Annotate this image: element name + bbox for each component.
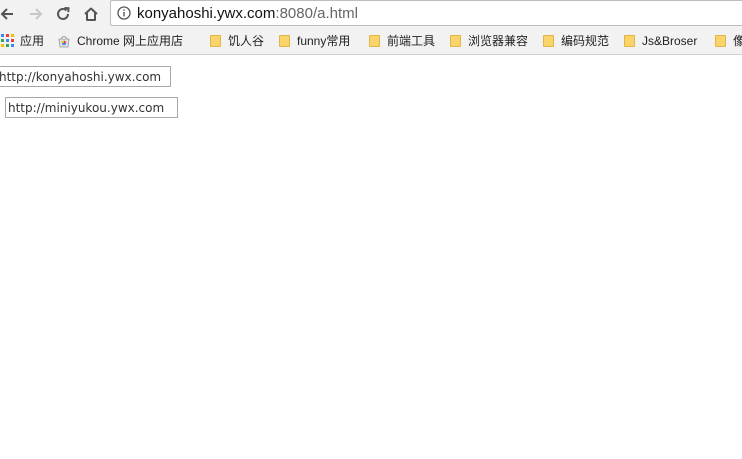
bookmark-label: 像 — [733, 32, 742, 49]
url-input-miniyukou[interactable] — [5, 97, 178, 118]
bookmark-label: funny常用 — [297, 34, 351, 48]
folder-icon — [277, 34, 291, 48]
forward-arrow-icon — [28, 6, 44, 22]
bookmark-folder[interactable]: funny常用 — [277, 27, 350, 54]
address-bar[interactable]: konyahoshi.ywx.com:8080/a.html — [110, 0, 742, 26]
back-arrow-icon — [0, 6, 15, 22]
folder-icon — [208, 34, 222, 48]
back-button[interactable] — [0, 0, 19, 27]
url-input-konyahoshi[interactable] — [0, 66, 171, 87]
bookmark-apps[interactable]: 应用 — [0, 27, 44, 54]
folder-icon — [622, 34, 636, 48]
bookmark-label: 前端工具 — [387, 34, 436, 48]
bookmark-folder[interactable]: 像 — [713, 27, 742, 54]
bookmark-label: 饥人谷 — [228, 34, 265, 48]
bookmark-label: 应用 — [20, 34, 45, 48]
apps-grid-icon — [0, 34, 14, 48]
folder-icon — [541, 34, 555, 48]
bookmarks-bar: 应用 Chrome 网上应用店 饥人谷 funny常用 前端工具 浏览器兼容 编… — [0, 27, 742, 55]
info-icon[interactable] — [117, 6, 131, 20]
chrome-webstore-icon — [57, 34, 71, 48]
bookmark-folder[interactable]: 编码规范 — [541, 27, 609, 54]
folder-icon — [367, 34, 381, 48]
bookmark-label: 编码规范 — [561, 34, 610, 48]
bookmark-folder[interactable]: 前端工具 — [367, 27, 435, 54]
bookmark-label: Chrome 网上应用店 — [77, 34, 184, 48]
address-host: konyahoshi.ywx.com — [137, 4, 276, 22]
bookmark-folder[interactable]: 饥人谷 — [208, 27, 264, 54]
bookmark-folder[interactable]: 浏览器兼容 — [448, 27, 528, 54]
bookmark-folder[interactable]: Js&Broser — [622, 27, 697, 54]
reload-button[interactable] — [51, 0, 75, 27]
bookmark-chrome-webstore[interactable]: Chrome 网上应用店 — [57, 27, 183, 54]
browser-toolbar: konyahoshi.ywx.com:8080/a.html — [0, 0, 742, 27]
address-url: konyahoshi.ywx.com:8080/a.html — [137, 5, 358, 22]
home-button[interactable] — [79, 0, 103, 27]
home-icon — [83, 6, 99, 22]
page-content — [0, 55, 742, 459]
folder-icon — [713, 34, 727, 48]
folder-icon — [448, 34, 462, 48]
address-path: :8080/a.html — [275, 4, 358, 22]
bookmark-label: 浏览器兼容 — [468, 34, 529, 48]
forward-button[interactable] — [24, 0, 48, 27]
browser-window: konyahoshi.ywx.com:8080/a.html 应用 Chrome… — [0, 0, 742, 459]
reload-icon — [55, 6, 71, 22]
bookmark-label: Js&Broser — [642, 33, 698, 48]
